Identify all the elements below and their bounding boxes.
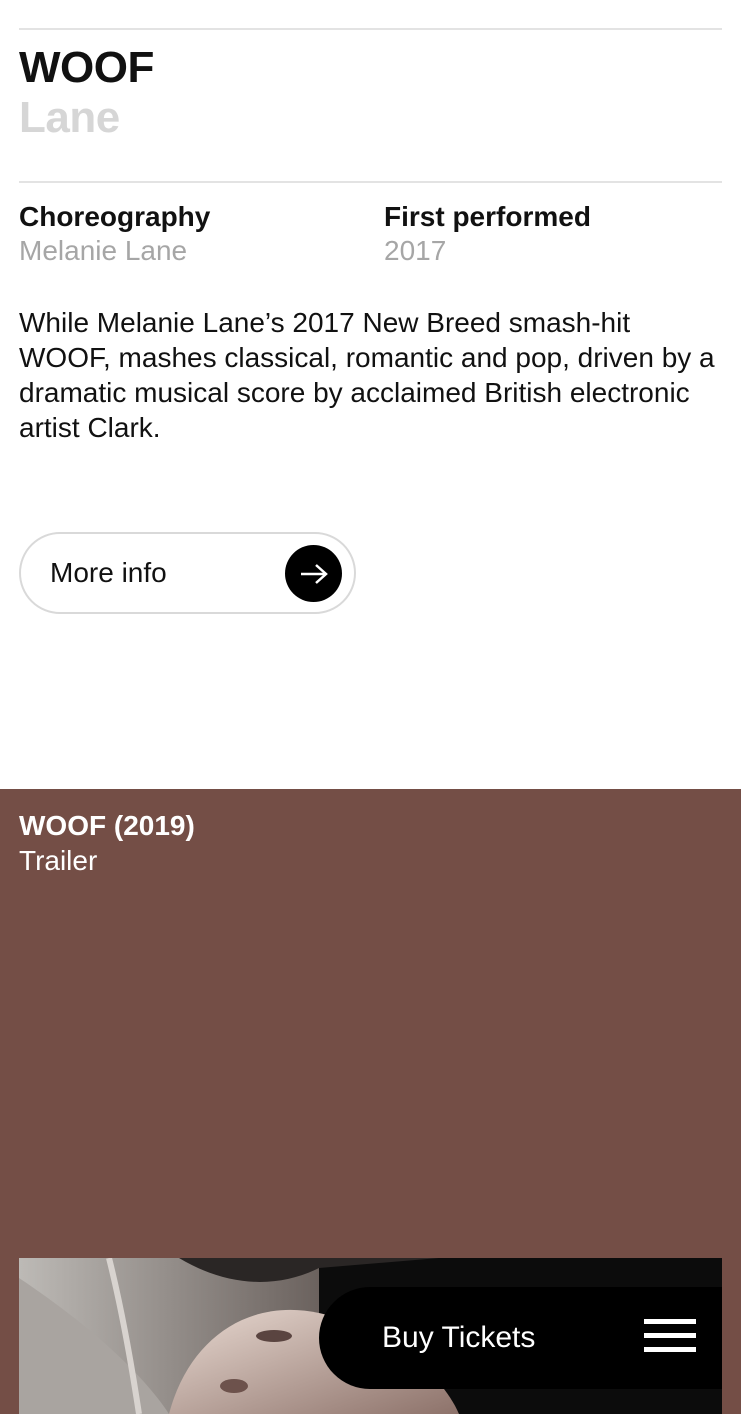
choreography-value: Melanie Lane (19, 235, 188, 266)
first-performed-label: First performed (384, 201, 591, 232)
choreography-block: Choreography Melanie Lane (19, 200, 210, 268)
more-info-button[interactable]: More info (19, 532, 356, 614)
sticky-action-bar: Buy Tickets (319, 1287, 722, 1389)
buy-tickets-button[interactable]: Buy Tickets (382, 1319, 535, 1357)
first-performed-value: 2017 (384, 235, 447, 266)
more-info-label: More info (50, 557, 167, 588)
video-subtitle: Trailer (19, 845, 98, 876)
production-title: WOOF (19, 43, 154, 92)
details-divider (19, 181, 722, 183)
hamburger-menu-icon[interactable] (644, 1319, 696, 1357)
production-description: While Melanie Lane’s 2017 New Breed smas… (19, 307, 715, 443)
production-subtitle: Lane (19, 93, 120, 142)
production-info-section: WOOF Lane Choreography Melanie Lane Firs… (0, 0, 741, 630)
first-performed-block: First performed 2017 (384, 200, 591, 268)
video-title: WOOF (2019) (19, 810, 195, 841)
top-divider (19, 28, 722, 30)
choreography-label: Choreography (19, 201, 211, 232)
arrow-right-icon (285, 545, 342, 602)
